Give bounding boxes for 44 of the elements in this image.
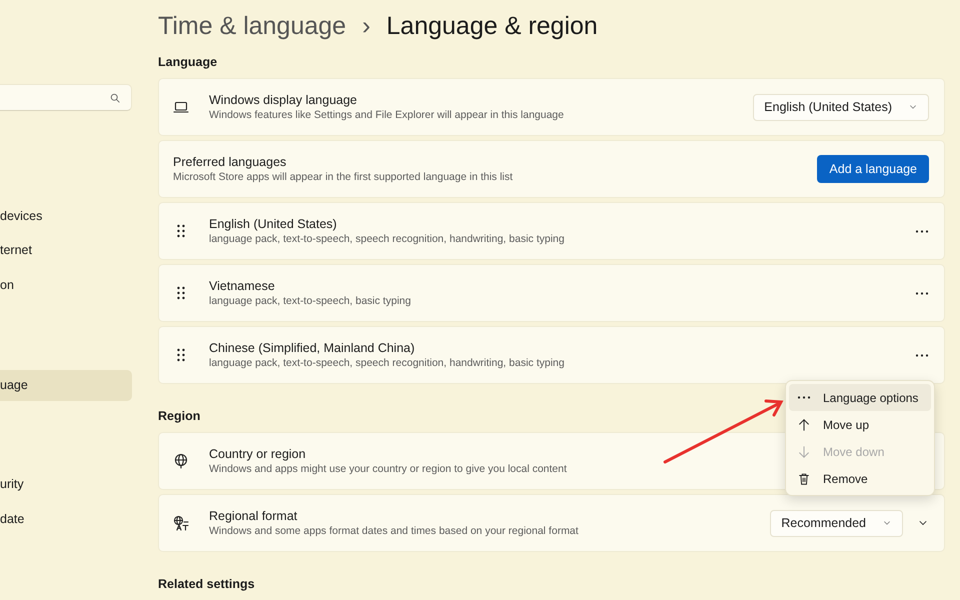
section-heading: Region <box>158 408 200 424</box>
section-heading: Language <box>158 54 218 70</box>
setting-description: language pack, text-to-speech, speech recognition, handwriting, basic typing <box>209 356 564 370</box>
search-icon <box>109 92 121 104</box>
setting-title: Country or region <box>209 446 306 462</box>
menu-item[interactable]: Language options <box>789 384 931 411</box>
setting-description: Windows and apps might use your country or region to give you local content <box>209 462 567 476</box>
sidebar-item[interactable]: date <box>0 504 132 535</box>
dropdown[interactable]: Recommended <box>770 510 903 536</box>
regional-format-icon <box>173 515 189 531</box>
search-field[interactable] <box>0 84 132 111</box>
setting-description: Windows and some apps format dates and times based on your regional format <box>209 524 578 538</box>
setting-title: Regional format <box>209 508 298 524</box>
setting-description: Windows features like Settings and File Explorer will appear in this language <box>209 108 564 122</box>
breadcrumb-parent[interactable]: Time & language <box>158 0 346 52</box>
up-arrow-icon <box>797 418 811 432</box>
setting-title: Preferred languages <box>173 154 286 170</box>
section-heading: Related settings <box>158 576 255 592</box>
laptop-icon <box>173 99 189 115</box>
trash-icon <box>797 472 811 486</box>
setting-title: English (United States) <box>209 216 337 232</box>
dropdown[interactable]: English (United States) <box>753 94 929 120</box>
globe-icon <box>173 453 189 469</box>
more-icon[interactable] <box>915 292 929 294</box>
setting-description: language pack, text-to-speech, basic typing <box>209 294 411 308</box>
sidebar-item[interactable]: on <box>0 270 132 301</box>
setting-title: Windows display language <box>209 92 358 108</box>
setting-description: language pack, text-to-speech, speech recognition, handwriting, basic typing <box>209 232 564 246</box>
menu-item[interactable]: Remove <box>789 465 931 492</box>
setting-title: Vietnamese <box>209 278 275 294</box>
setting-description: Microsoft Store apps will appear in the first supported language in this list <box>173 170 513 184</box>
menu-item[interactable]: Move up <box>789 411 931 438</box>
page-title: Language & region <box>386 11 598 42</box>
more-icon <box>797 396 811 399</box>
more-icon[interactable] <box>915 230 929 232</box>
add-language-button[interactable]: Add a language <box>817 155 929 183</box>
setting-title: Chinese (Simplified, Mainland China) <box>209 340 415 356</box>
sidebar-item[interactable]: urity <box>0 469 132 500</box>
sidebar-item[interactable]: uage <box>0 370 132 401</box>
more-icon[interactable] <box>915 354 929 356</box>
sidebar-item[interactable]: ternet <box>0 235 132 266</box>
sidebar-item[interactable]: devices <box>0 201 132 232</box>
down-arrow-icon <box>797 444 811 458</box>
breadcrumb-separator: › <box>362 11 370 42</box>
